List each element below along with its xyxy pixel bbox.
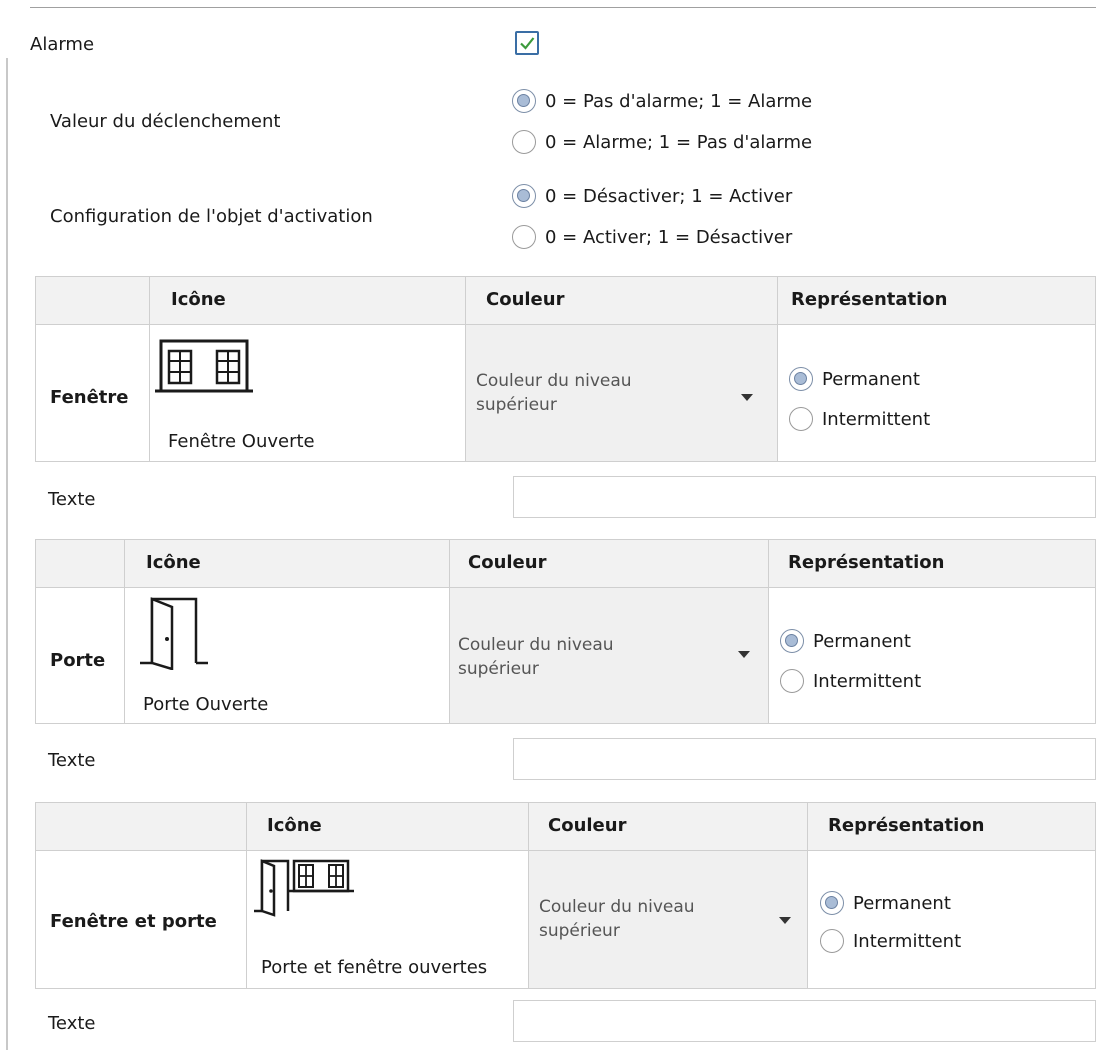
radio-label: 0 = Alarme; 1 = Pas d'alarme: [545, 131, 813, 153]
color-dropdown[interactable]: Couleur du niveau supérieur: [529, 851, 807, 988]
column-divider: [149, 277, 150, 461]
chevron-down-icon: [779, 917, 791, 924]
trigger-radio-group: 0 = Pas d'alarme; 1 = Alarme 0 = Alarme;…: [512, 85, 812, 158]
alarm-label: Alarme: [30, 34, 95, 55]
window-text-input[interactable]: [513, 476, 1096, 518]
radio-label: 0 = Activer; 1 = Désactiver: [545, 226, 793, 248]
representation-option-1[interactable]: Intermittent: [789, 403, 930, 435]
header-representation: Représentation: [828, 815, 985, 836]
trigger-label: Valeur du déclenchement: [50, 111, 281, 132]
door-open-icon: [138, 595, 208, 675]
icon-caption: Porte et fenêtre ouvertes: [261, 957, 488, 978]
representation-option-0[interactable]: Permanent: [789, 363, 930, 395]
row-label-door: Porte: [50, 650, 106, 671]
column-divider: [246, 803, 247, 988]
radio-button[interactable]: [512, 89, 536, 113]
representation-option-0[interactable]: Permanent: [820, 887, 961, 919]
header-icon: Icône: [267, 815, 322, 836]
activation-label: Configuration de l'objet d'activation: [50, 206, 373, 227]
representation-option-0[interactable]: Permanent: [780, 625, 921, 657]
door-text-input[interactable]: [513, 738, 1096, 780]
column-divider: [768, 540, 769, 723]
table-window-and-door: Icône Couleur Représentation Fenêtre et …: [35, 802, 1096, 989]
activation-radio-group: 0 = Désactiver; 1 = Activer 0 = Activer;…: [512, 180, 792, 253]
table-window: Icône Couleur Représentation Fenêtre Fen…: [35, 276, 1096, 462]
row-label-window-and-door: Fenêtre et porte: [50, 911, 217, 932]
column-divider: [807, 803, 808, 988]
door-and-window-open-icon: [254, 855, 354, 922]
color-dropdown-value: Couleur du niveau supérieur: [458, 635, 614, 679]
top-divider: [30, 7, 1096, 8]
header-color: Couleur: [468, 552, 547, 573]
chevron-down-icon: [741, 394, 753, 401]
representation-radio-group: Permanent Intermittent: [789, 363, 930, 435]
table-door: Icône Couleur Représentation Porte Porte…: [35, 539, 1096, 724]
header-representation: Représentation: [788, 552, 945, 573]
activation-option-0[interactable]: 0 = Désactiver; 1 = Activer: [512, 180, 792, 212]
radio-button[interactable]: [780, 669, 804, 693]
radio-label: 0 = Pas d'alarme; 1 = Alarme: [545, 90, 813, 112]
color-dropdown[interactable]: Couleur du niveau supérieur: [450, 588, 768, 723]
column-divider: [777, 277, 778, 461]
chevron-down-icon: [738, 651, 750, 658]
radio-label: Intermittent: [853, 930, 962, 952]
text-label: Texte: [48, 489, 96, 510]
alarm-checkbox[interactable]: [515, 31, 539, 55]
trigger-option-0[interactable]: 0 = Pas d'alarme; 1 = Alarme: [512, 85, 812, 117]
header-representation: Représentation: [791, 289, 948, 310]
color-dropdown-value: Couleur du niveau supérieur: [476, 371, 632, 415]
radio-button[interactable]: [512, 225, 536, 249]
representation-radio-group: Permanent Intermittent: [780, 625, 921, 697]
text-label: Texte: [48, 1013, 96, 1034]
color-dropdown-value: Couleur du niveau supérieur: [539, 897, 695, 941]
trigger-option-1[interactable]: 0 = Alarme; 1 = Pas d'alarme: [512, 126, 812, 158]
radio-label: 0 = Désactiver; 1 = Activer: [545, 185, 793, 207]
radio-label: Intermittent: [813, 670, 922, 692]
activation-option-1[interactable]: 0 = Activer; 1 = Désactiver: [512, 221, 792, 253]
header-icon: Icône: [171, 289, 226, 310]
radio-label: Intermittent: [822, 408, 931, 430]
icon-caption: Porte Ouverte: [143, 694, 269, 715]
representation-option-1[interactable]: Intermittent: [780, 665, 921, 697]
text-label: Texte: [48, 750, 96, 771]
color-dropdown[interactable]: Couleur du niveau supérieur: [466, 325, 777, 461]
radio-button[interactable]: [820, 891, 844, 915]
radio-label: Permanent: [813, 630, 911, 652]
representation-radio-group: Permanent Intermittent: [820, 887, 961, 957]
radio-button[interactable]: [512, 130, 536, 154]
radio-label: Permanent: [822, 368, 920, 390]
header-icon: Icône: [146, 552, 201, 573]
window-open-icon: [155, 339, 255, 404]
radio-button[interactable]: [780, 629, 804, 653]
representation-option-1[interactable]: Intermittent: [820, 925, 961, 957]
header-color: Couleur: [548, 815, 627, 836]
section-indent-line: [6, 58, 8, 1050]
checkmark-icon: [520, 37, 535, 50]
radio-button[interactable]: [789, 367, 813, 391]
radio-button[interactable]: [512, 184, 536, 208]
column-divider: [124, 540, 125, 723]
icon-caption: Fenêtre Ouverte: [168, 431, 315, 452]
radio-label: Permanent: [853, 892, 951, 914]
radio-button[interactable]: [820, 929, 844, 953]
radio-button[interactable]: [789, 407, 813, 431]
row-label-window: Fenêtre: [50, 387, 129, 408]
window-and-door-text-input[interactable]: [513, 1000, 1096, 1042]
header-color: Couleur: [486, 289, 565, 310]
